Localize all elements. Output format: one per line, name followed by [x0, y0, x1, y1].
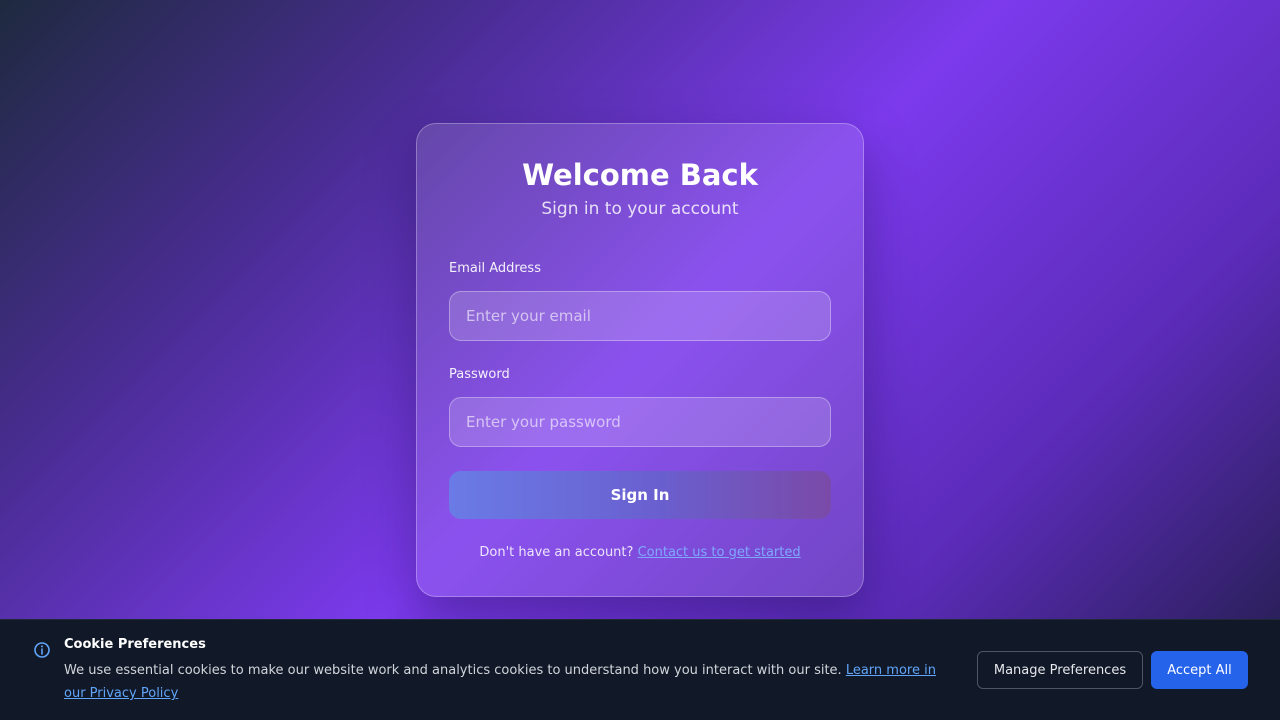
sign-in-button[interactable]: Sign In [449, 471, 831, 519]
email-label: Email Address [449, 261, 541, 276]
cookie-text: We use essential cookies to make our web… [64, 659, 944, 705]
login-card: Welcome Back Sign in to your account Ema… [416, 123, 864, 597]
cookie-title: Cookie Preferences [64, 637, 206, 652]
cookie-description: We use essential cookies to make our web… [64, 663, 842, 678]
email-field[interactable] [449, 291, 831, 341]
password-label: Password [449, 367, 510, 382]
signup-prompt: Don't have an account? Contact us to get… [449, 545, 831, 560]
manage-preferences-button[interactable]: Manage Preferences [977, 651, 1143, 689]
signup-prompt-text: Don't have an account? [479, 545, 634, 560]
password-field[interactable] [449, 397, 831, 447]
page-title: Welcome Back [522, 158, 758, 192]
contact-link[interactable]: Contact us to get started [638, 545, 801, 560]
info-icon [33, 641, 51, 663]
accept-all-button[interactable]: Accept All [1151, 651, 1248, 689]
page-subtitle: Sign in to your account [541, 199, 739, 219]
